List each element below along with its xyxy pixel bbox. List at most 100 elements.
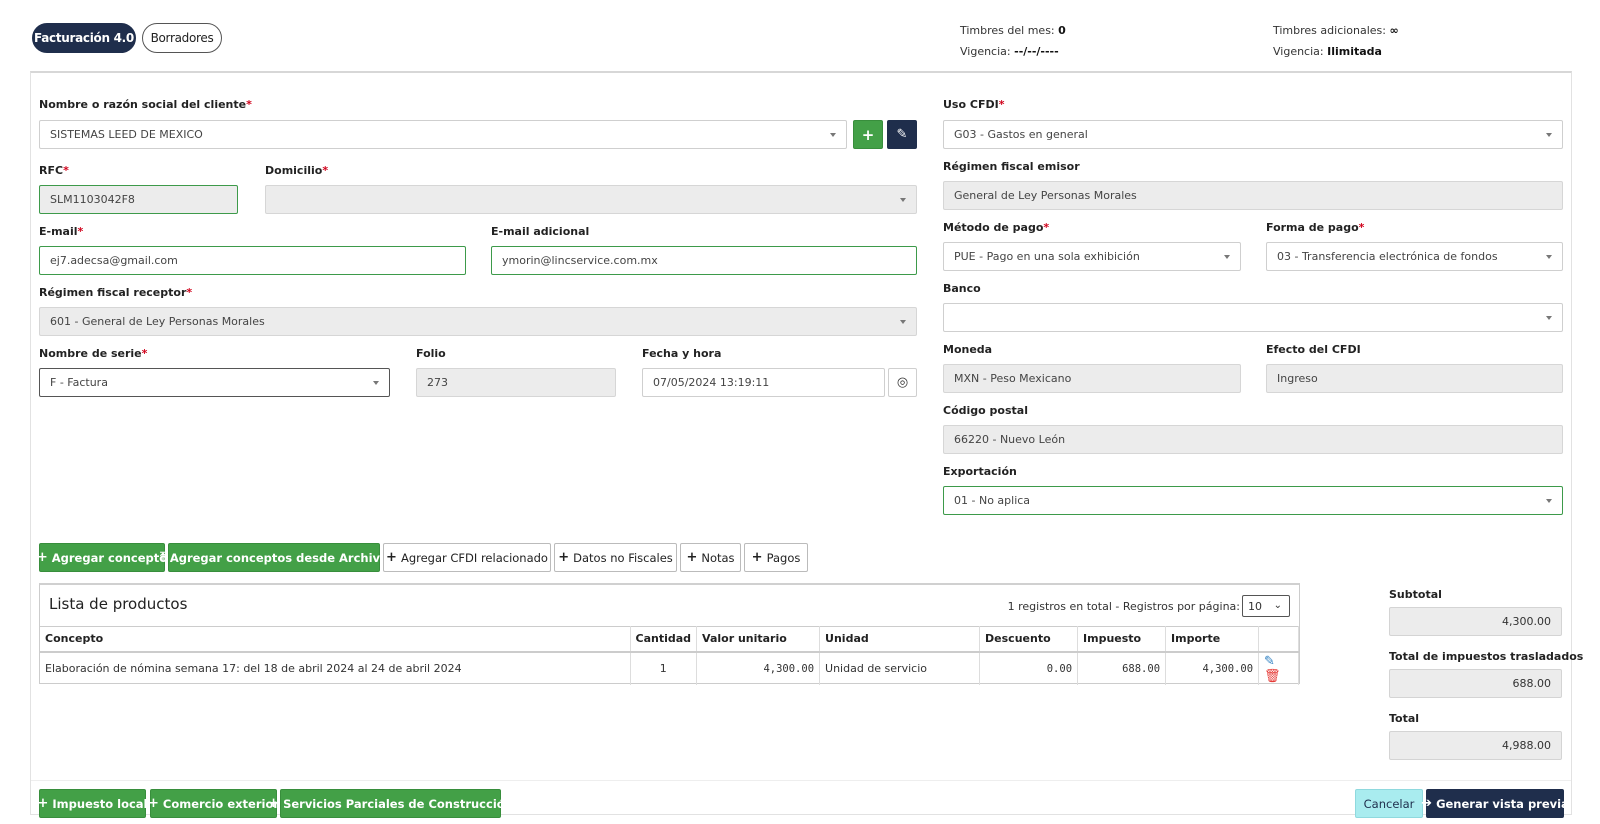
stamps-month-value: 0 <box>1058 24 1066 37</box>
payments-label: Pagos <box>766 550 801 565</box>
rfc-label: RFC* <box>39 164 69 177</box>
add-client-button[interactable]: + <box>853 120 883 149</box>
add-concept-button[interactable]: + Agregar concepto <box>36 543 167 572</box>
payment-form-select[interactable]: 03 - Transferencia electrónica de fondos <box>1266 242 1563 271</box>
add-from-file-label: Agregar conceptos desde Archivo <box>169 550 388 565</box>
address-select[interactable] <box>265 185 917 214</box>
export-select[interactable]: 01 - No aplica <box>943 486 1563 515</box>
stamps-validity: Vigencia: --/--/---- <box>960 45 1059 58</box>
add-related-label: Agregar CFDI relacionado <box>400 550 548 565</box>
plus-icon: + <box>861 125 875 144</box>
regime-receiver-select[interactable]: 601 - General de Ley Personas Morales <box>39 307 917 336</box>
edit-client-button[interactable]: ✎ <box>887 120 917 149</box>
cell-unit: Unidad de servicio <box>819 650 981 685</box>
notes-label: Notas <box>701 550 735 565</box>
non-fiscal-label: Datos no Fiscales <box>573 550 673 565</box>
method-label: Método de pago* <box>943 221 1050 234</box>
col-valor-unitario: Valor unitario <box>696 626 821 652</box>
uso-select[interactable]: G03 - Gastos en general <box>943 120 1563 149</box>
col-actions <box>1258 626 1299 652</box>
chevron-down-icon <box>900 320 906 324</box>
date-field[interactable]: 07/05/2024 13:19:11 <box>642 368 885 397</box>
plus-icon: + <box>36 550 48 565</box>
folio-field[interactable]: 273 <box>416 368 616 397</box>
cell-amount: 4,300.00 <box>1165 650 1260 685</box>
date-label: Fecha y hora <box>642 347 722 360</box>
datetime-picker-button[interactable]: ◎ <box>888 368 917 397</box>
tab-borradores[interactable]: Borradores <box>142 23 222 53</box>
col-unidad: Unidad <box>819 626 981 652</box>
add-from-file-button[interactable]: ⤒ Agregar conceptos desde Archivo <box>160 543 388 572</box>
subtotal-label: Subtotal <box>1389 588 1442 601</box>
divider <box>31 780 1571 781</box>
total-label: Total <box>1389 712 1420 725</box>
taxes-field[interactable]: 688.00 <box>1389 669 1562 698</box>
zip-label: Código postal <box>943 404 1028 417</box>
notes-button[interactable]: + Notas <box>680 543 741 572</box>
email-field[interactable]: ej7.adecsa@gmail.com <box>39 246 466 275</box>
client-select[interactable]: SISTEMAS LEED DE MEXICO <box>39 120 847 149</box>
foreign-trade-label: Comercio exterior <box>162 796 280 811</box>
payment-form-label: Forma de pago* <box>1266 221 1365 234</box>
edit-icon: ✎ <box>896 127 908 142</box>
non-fiscal-data-button[interactable]: + Datos no Fiscales <box>554 543 677 572</box>
uso-label: Uso CFDI* <box>943 98 1005 111</box>
target-icon: ◎ <box>896 375 909 390</box>
products-title: Lista de productos <box>49 595 188 613</box>
regime-emitter-field[interactable]: General de Ley Personas Morales <box>943 181 1563 210</box>
series-select[interactable]: F - Factura <box>39 368 390 397</box>
stamps-additional: Timbres adicionales: ∞ <box>1273 24 1399 37</box>
table-row: Elaboración de nómina semana 17: del 18 … <box>40 650 1299 685</box>
total-field[interactable]: 4,988.00 <box>1389 731 1562 760</box>
chevron-down-icon <box>830 133 836 137</box>
payments-button[interactable]: + Pagos <box>744 543 808 572</box>
subtotal-field[interactable]: 4,300.00 <box>1389 607 1562 636</box>
bank-select[interactable] <box>943 303 1563 332</box>
cell-discount: 0.00 <box>979 650 1079 685</box>
cell-concept: Elaboración de nómina semana 17: del 18 … <box>40 650 631 685</box>
foreign-trade-button[interactable]: + Comercio exterior <box>148 789 280 818</box>
partial-services-label: Servicios Parciales de Construcción <box>283 796 513 811</box>
stamps-validity-label: Vigencia: <box>960 45 1011 58</box>
preview-label: Generar vista previa <box>1436 796 1569 811</box>
trash-icon[interactable]: 🗑 <box>1264 669 1281 684</box>
local-tax-label: Impuesto local <box>52 796 148 811</box>
chevron-down-icon <box>1224 255 1230 259</box>
col-concepto: Concepto <box>40 626 631 652</box>
effect-field[interactable]: Ingreso <box>1266 364 1563 393</box>
tab-facturacion[interactable]: Facturación 4.0 <box>32 23 136 53</box>
plus-icon: + <box>386 550 397 565</box>
plus-icon: + <box>558 550 570 565</box>
chevron-down-icon <box>1546 499 1552 503</box>
col-importe: Importe <box>1165 626 1260 652</box>
local-tax-button[interactable]: + Impuesto local <box>38 789 148 818</box>
stamps-add-validity-value: Ilimitada <box>1327 45 1382 58</box>
cell-tax: 688.00 <box>1077 650 1167 685</box>
edit-icon[interactable]: ✎ <box>1264 654 1275 669</box>
currency-label: Moneda <box>943 343 993 356</box>
bank-label: Banco <box>943 282 981 295</box>
regime-receiver-label: Régimen fiscal receptor* <box>39 286 193 299</box>
currency-field[interactable]: MXN - Peso Mexicano <box>943 364 1241 393</box>
plus-icon: + <box>268 796 280 811</box>
cell-actions: ✎🗑 <box>1258 650 1299 685</box>
partial-services-button[interactable]: + Servicios Parciales de Construcción <box>268 789 513 818</box>
pager-text: 1 registros en total - Registros por pág… <box>1007 599 1240 613</box>
stamps-additional-label: Timbres adicionales: <box>1273 24 1386 37</box>
page-size-select[interactable]: 10 ⌄ <box>1242 595 1290 617</box>
email2-label: E-mail adicional <box>491 225 590 238</box>
plus-icon: + <box>751 550 763 565</box>
rfc-field[interactable]: SLM1103042F8 <box>39 185 238 214</box>
chevron-down-icon: ⌄ <box>1273 600 1282 611</box>
stamps-month: Timbres del mes: 0 <box>960 24 1066 37</box>
generate-preview-button[interactable]: ➔ Generar vista previa <box>1421 789 1569 818</box>
products-pager: 1 registros en total - Registros por pág… <box>1008 595 1290 617</box>
method-select[interactable]: PUE - Pago en una sola exhibición <box>943 242 1241 271</box>
stamps-month-label: Timbres del mes: <box>960 24 1055 37</box>
email2-field[interactable]: ymorin@lincservice.com.mx <box>491 246 917 275</box>
zip-field[interactable]: 66220 - Nuevo León <box>943 425 1563 454</box>
add-related-cfdi-button[interactable]: + Agregar CFDI relacionado <box>383 543 551 572</box>
upload-icon: ⤒ <box>160 550 166 565</box>
cancel-button[interactable]: Cancelar <box>1355 789 1423 818</box>
stamps-add-validity-label: Vigencia: <box>1273 45 1324 58</box>
